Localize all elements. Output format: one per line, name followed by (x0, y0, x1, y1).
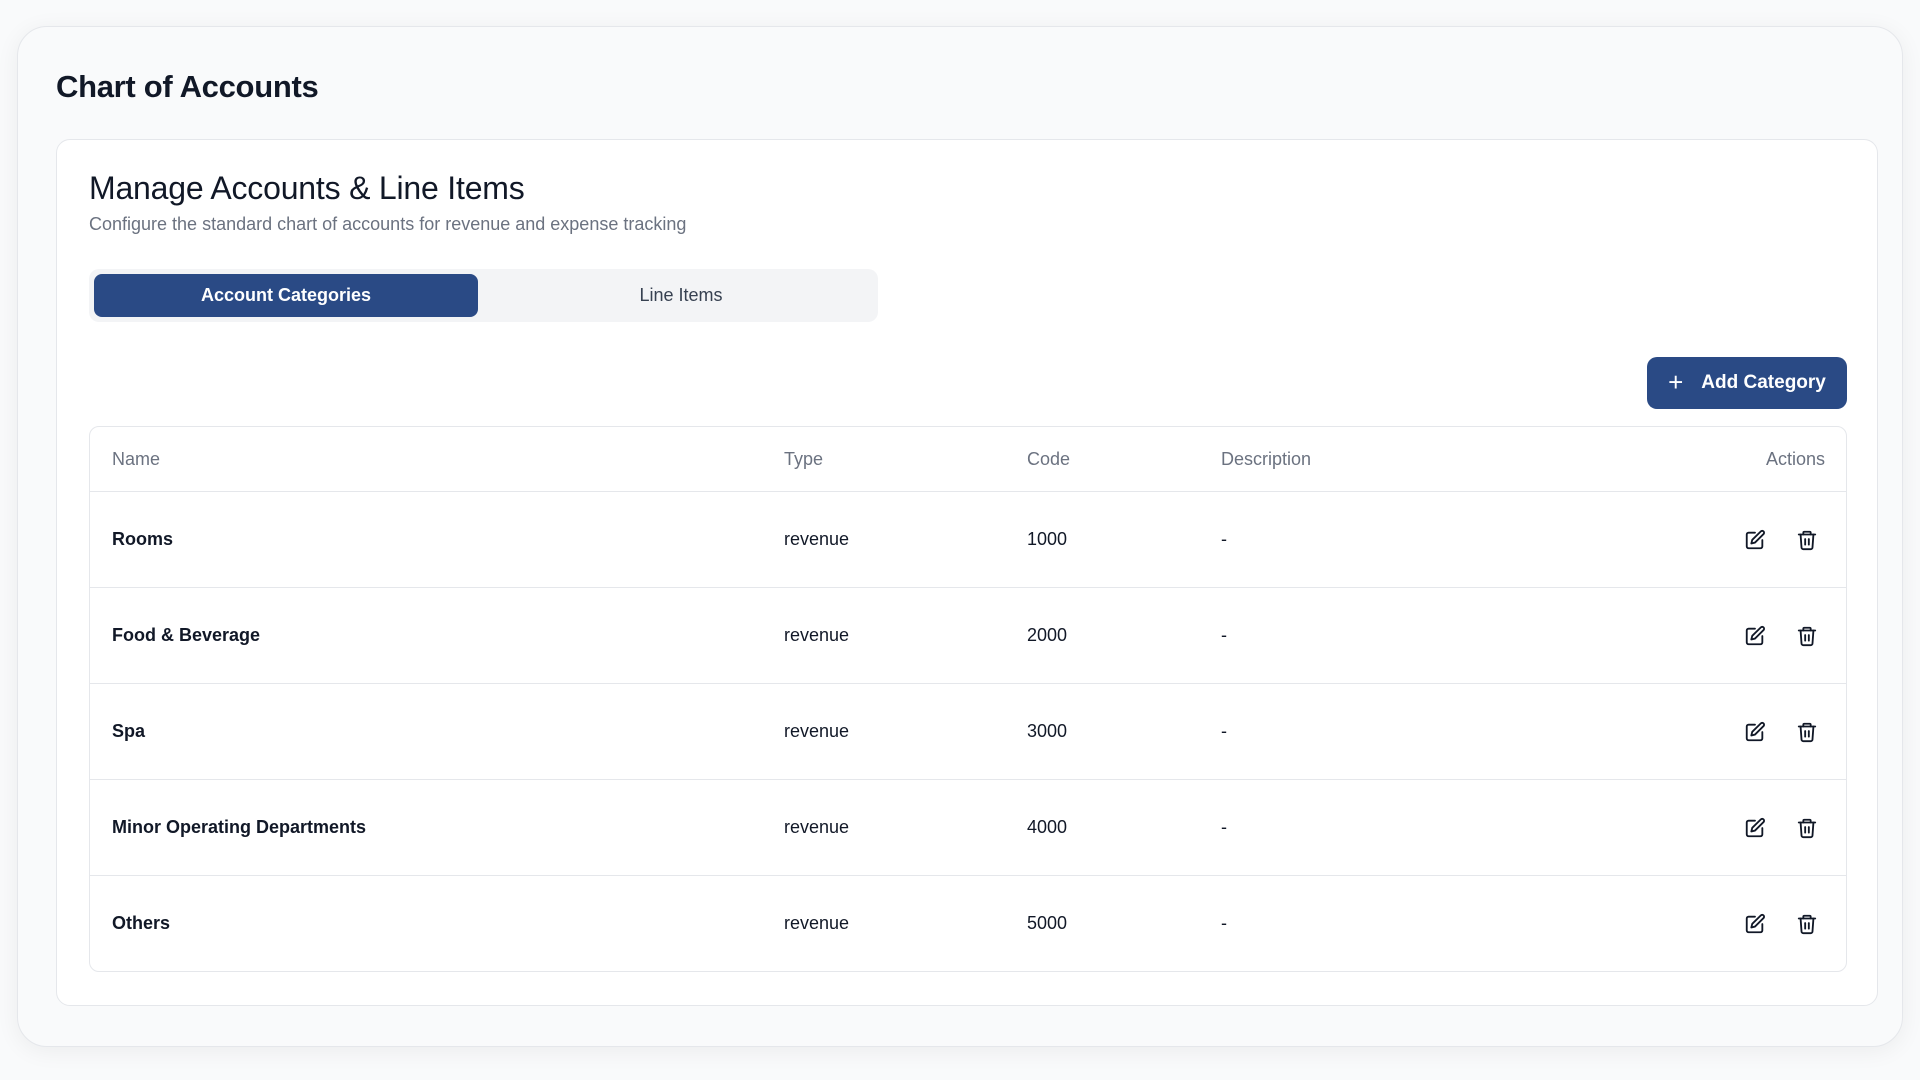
row-actions (1742, 876, 1820, 971)
plus-icon: + (1668, 366, 1684, 397)
table-row: Rooms revenue 1000 - (90, 491, 1846, 587)
tab-account-categories[interactable]: Account Categories (94, 274, 478, 317)
row-code: 2000 (1027, 625, 1068, 645)
page-container: Chart of Accounts Manage Accounts & Line… (17, 26, 1903, 1047)
edit-icon[interactable] (1742, 815, 1768, 841)
row-type: revenue (784, 529, 850, 549)
add-category-label: Add Category (1701, 372, 1826, 393)
row-description: - (1221, 817, 1227, 837)
edit-icon[interactable] (1742, 911, 1768, 937)
trash-icon[interactable] (1794, 527, 1820, 553)
row-description: - (1221, 529, 1227, 549)
table-row: Food & Beverage revenue 2000 - (90, 587, 1846, 683)
row-type: revenue (784, 721, 850, 741)
row-actions (1742, 492, 1820, 587)
header-actions: Actions (1765, 448, 1825, 469)
tab-line-items[interactable]: Line Items (489, 274, 873, 317)
header-code: Code (1027, 448, 1071, 469)
row-description: - (1221, 913, 1227, 933)
trash-icon[interactable] (1794, 911, 1820, 937)
row-type: revenue (784, 817, 850, 837)
row-code: 1000 (1027, 529, 1068, 549)
trash-icon[interactable] (1794, 623, 1820, 649)
trash-icon[interactable] (1794, 719, 1820, 745)
table-header-row: Name Type Code Description Actions (90, 427, 1846, 491)
table-row: Others revenue 5000 - (90, 875, 1846, 971)
accounts-card: Manage Accounts & Line Items Configure t… (56, 139, 1878, 1006)
add-category-button[interactable]: + Add Category (1647, 357, 1847, 409)
edit-icon[interactable] (1742, 719, 1768, 745)
row-type: revenue (784, 625, 850, 645)
row-code: 3000 (1027, 721, 1068, 741)
card-subtitle: Configure the standard chart of accounts… (89, 214, 687, 234)
table-row: Spa revenue 3000 - (90, 683, 1846, 779)
row-type: revenue (784, 913, 850, 933)
table-row: Minor Operating Departments revenue 4000… (90, 779, 1846, 875)
tab-bar: Account Categories Line Items (89, 269, 878, 322)
row-name: Others (112, 913, 171, 933)
row-name: Minor Operating Departments (112, 817, 367, 837)
header-description: Description (1221, 448, 1312, 469)
row-actions (1742, 780, 1820, 875)
page-title: Chart of Accounts (56, 69, 319, 104)
row-code: 4000 (1027, 817, 1068, 837)
row-description: - (1221, 625, 1227, 645)
trash-icon[interactable] (1794, 815, 1820, 841)
card-title: Manage Accounts & Line Items (89, 170, 525, 206)
row-name: Spa (112, 721, 146, 741)
accounts-table: Name Type Code Description Actions Rooms… (89, 426, 1847, 972)
row-name: Rooms (112, 529, 174, 549)
edit-icon[interactable] (1742, 623, 1768, 649)
edit-icon[interactable] (1742, 527, 1768, 553)
row-name: Food & Beverage (112, 625, 261, 645)
row-actions (1742, 684, 1820, 779)
header-name: Name (112, 448, 161, 469)
row-description: - (1221, 721, 1227, 741)
row-actions (1742, 588, 1820, 683)
row-code: 5000 (1027, 913, 1068, 933)
header-type: Type (784, 448, 824, 469)
